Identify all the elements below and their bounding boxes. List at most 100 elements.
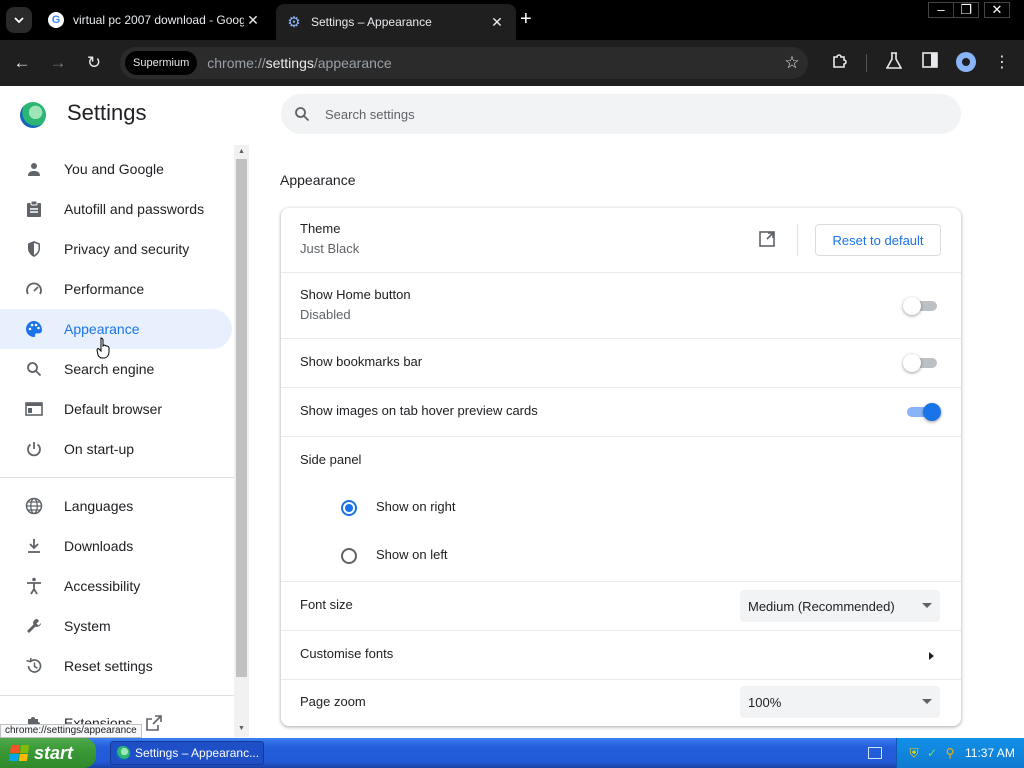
- bookmarks-bar-row[interactable]: Show bookmarks bar: [281, 338, 961, 387]
- globe-icon: [24, 496, 44, 516]
- sidebar-scrollbar[interactable]: ▲ ▼: [234, 145, 249, 737]
- back-arrow-icon[interactable]: ←: [11, 52, 33, 74]
- tab-hover-images-row[interactable]: Show images on tab hover preview cards: [281, 387, 961, 436]
- tab-title: virtual pc 2007 download - Google: [73, 13, 244, 27]
- scroll-down-arrow-icon[interactable]: ▼: [236, 725, 247, 732]
- lab-flask-icon[interactable]: [883, 52, 905, 74]
- show-on-left-label[interactable]: Show on left: [376, 547, 448, 562]
- bookmark-star-icon[interactable]: ☆: [776, 53, 808, 73]
- wrench-icon: [24, 616, 44, 636]
- scrollbar-thumb[interactable]: [236, 159, 247, 677]
- reset-history-icon: [24, 656, 44, 676]
- site-chip[interactable]: Supermium: [125, 51, 198, 75]
- scroll-up-arrow-icon[interactable]: ▲: [236, 148, 247, 155]
- tab-search-button[interactable]: [6, 7, 32, 33]
- theme-row: Theme Just Black Reset to default: [281, 208, 961, 272]
- tab-hover-images-toggle[interactable]: [905, 403, 941, 421]
- font-size-label: Font size: [300, 597, 353, 612]
- page-zoom-row: Page zoom 100%: [281, 679, 961, 726]
- section-title: Appearance: [280, 172, 356, 188]
- dropdown-caret-icon: [922, 603, 932, 608]
- sidebar-item-label: Default browser: [64, 401, 163, 417]
- minimize-window-button[interactable]: –: [928, 2, 954, 18]
- home-button-label: Show Home button: [300, 287, 411, 302]
- page-zoom-value: 100%: [748, 694, 782, 710]
- dropdown-caret-icon: [922, 699, 932, 704]
- taskbar-item-label: Settings – Appearanc...: [135, 746, 260, 760]
- tab-title: Settings – Appearance: [311, 15, 432, 29]
- close-icon[interactable]: ✕: [488, 14, 506, 31]
- customise-fonts-row[interactable]: Customise fonts: [281, 630, 961, 679]
- external-link-icon[interactable]: [759, 231, 777, 249]
- sidebar-item-autofill[interactable]: Autofill and passwords: [0, 189, 232, 229]
- reset-to-default-button[interactable]: Reset to default: [815, 224, 941, 256]
- chevron-right-icon: [929, 652, 934, 660]
- security-shield-icon[interactable]: ⛨: [907, 746, 921, 760]
- sidebar-item-appearance[interactable]: Appearance: [0, 309, 232, 349]
- sidebar-item-on-startup[interactable]: On start-up: [0, 429, 232, 469]
- palette-icon: [24, 319, 44, 339]
- bookmarks-bar-toggle[interactable]: [903, 354, 939, 372]
- taskbar-item-settings[interactable]: Settings – Appearanc...: [110, 741, 264, 765]
- windows-flag-icon: [8, 745, 30, 761]
- sidebar-item-label: You and Google: [64, 161, 164, 177]
- font-size-value: Medium (Recommended): [748, 598, 895, 614]
- sidebar-item-languages[interactable]: Languages: [0, 486, 232, 526]
- font-size-select[interactable]: Medium (Recommended): [740, 590, 940, 622]
- tab-strip: G virtual pc 2007 download - Google ✕ ⚙ …: [0, 0, 1024, 40]
- chevron-down-icon: [14, 17, 24, 24]
- tab-hover-images-label: Show images on tab hover preview cards: [300, 403, 538, 418]
- profile-avatar-icon[interactable]: [956, 52, 976, 72]
- mouse-pointer-icon: [96, 337, 110, 359]
- sidebar-item-label: Languages: [64, 498, 134, 514]
- sidebar-item-reset-settings[interactable]: Reset settings: [0, 646, 232, 686]
- clipboard-icon: [24, 199, 44, 219]
- theme-value: Just Black: [300, 241, 360, 256]
- sidebar-item-you-and-google[interactable]: You and Google: [0, 149, 232, 189]
- page-zoom-select[interactable]: 100%: [740, 686, 940, 718]
- home-button-row[interactable]: Show Home button Disabled: [281, 272, 961, 338]
- sidebar-item-label: Downloads: [64, 538, 134, 554]
- reload-icon[interactable]: ↻: [83, 52, 105, 74]
- search-settings-box[interactable]: [281, 94, 961, 134]
- google-icon: G: [48, 12, 64, 28]
- tab-settings-appearance[interactable]: ⚙ Settings – Appearance ✕: [276, 4, 516, 40]
- sidebar-item-downloads[interactable]: Downloads: [0, 526, 232, 566]
- search-magnifier-icon[interactable]: ⚲: [943, 746, 957, 760]
- toolbar-separator: [866, 54, 867, 72]
- accessibility-icon: [24, 576, 44, 596]
- network-icon[interactable]: ✓: [925, 746, 939, 760]
- home-button-toggle[interactable]: [903, 297, 939, 315]
- sidebar-item-search-engine[interactable]: Search engine: [0, 349, 232, 389]
- show-on-right-label[interactable]: Show on right: [376, 499, 456, 514]
- sidebar-item-privacy[interactable]: Privacy and security: [0, 229, 232, 269]
- forward-arrow-icon[interactable]: →: [47, 52, 69, 74]
- start-button[interactable]: start: [0, 738, 96, 768]
- new-tab-plus-icon[interactable]: +: [520, 9, 532, 29]
- sidebar-item-system[interactable]: System: [0, 606, 232, 646]
- search-settings-input[interactable]: [325, 106, 885, 122]
- appearance-card: Theme Just Black Reset to default Show H…: [281, 208, 961, 726]
- shield-icon: [24, 239, 44, 259]
- taskbar-clock: 11:37 AM: [965, 746, 1015, 760]
- close-icon[interactable]: ✕: [244, 12, 262, 29]
- sidebar-item-accessibility[interactable]: Accessibility: [0, 566, 232, 606]
- font-size-row: Font size Medium (Recommended): [281, 581, 961, 630]
- theme-label: Theme: [300, 221, 341, 236]
- system-tray: ⛨ ✓ ⚲ 11:37 AM: [896, 738, 1024, 768]
- close-window-button[interactable]: ✕: [984, 2, 1010, 18]
- keyboard-language-icon[interactable]: [868, 747, 882, 759]
- restore-window-button[interactable]: ❐: [953, 2, 979, 18]
- tab-google-search[interactable]: G virtual pc 2007 download - Google ✕: [38, 4, 272, 36]
- sidebar-item-label: Autofill and passwords: [64, 201, 205, 217]
- sidebar-item-performance[interactable]: Performance: [0, 269, 232, 309]
- sidebar-item-default-browser[interactable]: Default browser: [0, 389, 232, 429]
- more-menu-icon[interactable]: ⋮: [991, 52, 1013, 74]
- show-on-right-radio[interactable]: [341, 500, 357, 516]
- address-bar[interactable]: Supermium chrome://settings/appearance ☆: [120, 47, 808, 79]
- show-on-left-radio[interactable]: [341, 548, 357, 564]
- external-link-icon: [146, 715, 162, 734]
- url-text[interactable]: chrome://settings/appearance: [207, 55, 776, 71]
- side-panel-icon[interactable]: [919, 52, 941, 74]
- extensions-puzzle-icon[interactable]: [829, 52, 851, 74]
